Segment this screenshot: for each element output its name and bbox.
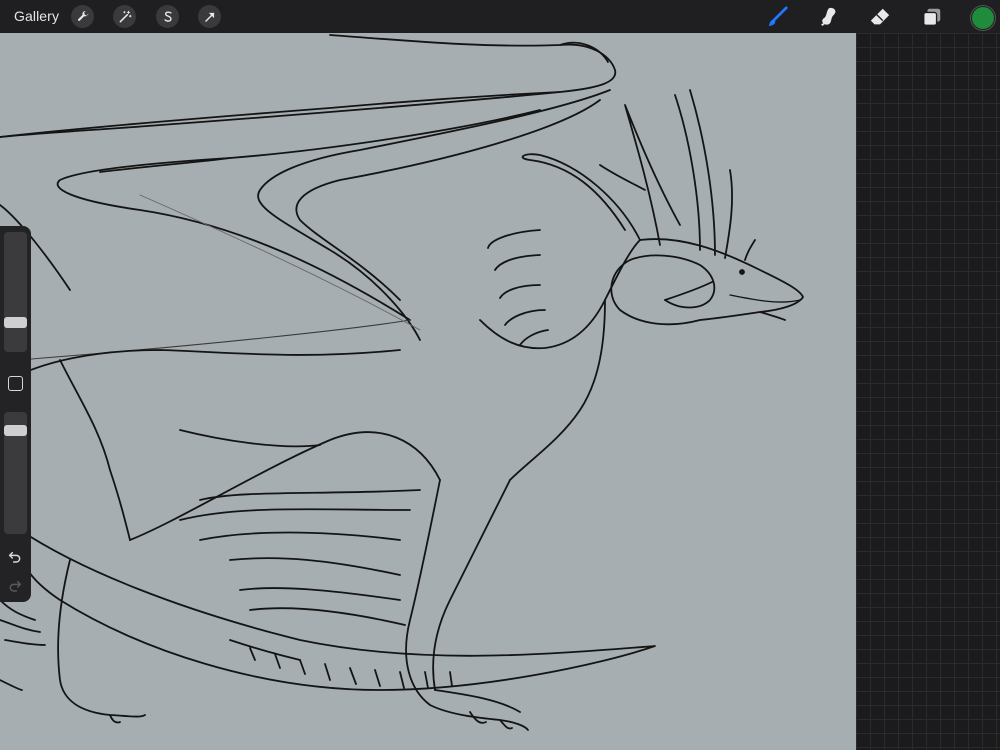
- workspace-grid: [856, 33, 1000, 750]
- layers-icon: [923, 8, 941, 26]
- selection-s-icon: [163, 10, 172, 22]
- top-toolbar: Gallery: [0, 0, 1000, 33]
- brush-icon: [768, 6, 788, 27]
- wrench-icon: [77, 10, 89, 21]
- actions-button[interactable]: [71, 5, 94, 28]
- adjustments-button[interactable]: [113, 5, 136, 28]
- smudge-tool[interactable]: [817, 5, 841, 29]
- eraser-tool[interactable]: [868, 5, 892, 29]
- opacity-handle[interactable]: [4, 425, 27, 436]
- redo-button[interactable]: [6, 576, 24, 594]
- opacity-slider[interactable]: [4, 412, 27, 534]
- color-picker[interactable]: [971, 6, 995, 30]
- drawing-canvas[interactable]: [0, 33, 856, 750]
- dragon-line-art: [0, 33, 856, 750]
- magic-wand-icon: [119, 10, 132, 22]
- undo-button[interactable]: [6, 547, 24, 565]
- undo-icon: [8, 551, 21, 563]
- layers-tool[interactable]: [920, 5, 944, 29]
- left-sidebar: [0, 226, 31, 602]
- modify-button[interactable]: [8, 376, 23, 391]
- gallery-button[interactable]: Gallery: [14, 8, 59, 24]
- arrow-cursor-icon: [204, 12, 214, 22]
- brush-size-slider[interactable]: [4, 232, 27, 352]
- brush-size-handle[interactable]: [4, 317, 27, 328]
- eraser-icon: [870, 8, 890, 25]
- selection-button[interactable]: [156, 5, 179, 28]
- brush-tool[interactable]: [766, 5, 790, 29]
- smudge-icon: [821, 7, 836, 27]
- redo-icon: [9, 580, 22, 592]
- canvas-background: [0, 33, 856, 750]
- transform-button[interactable]: [198, 5, 221, 28]
